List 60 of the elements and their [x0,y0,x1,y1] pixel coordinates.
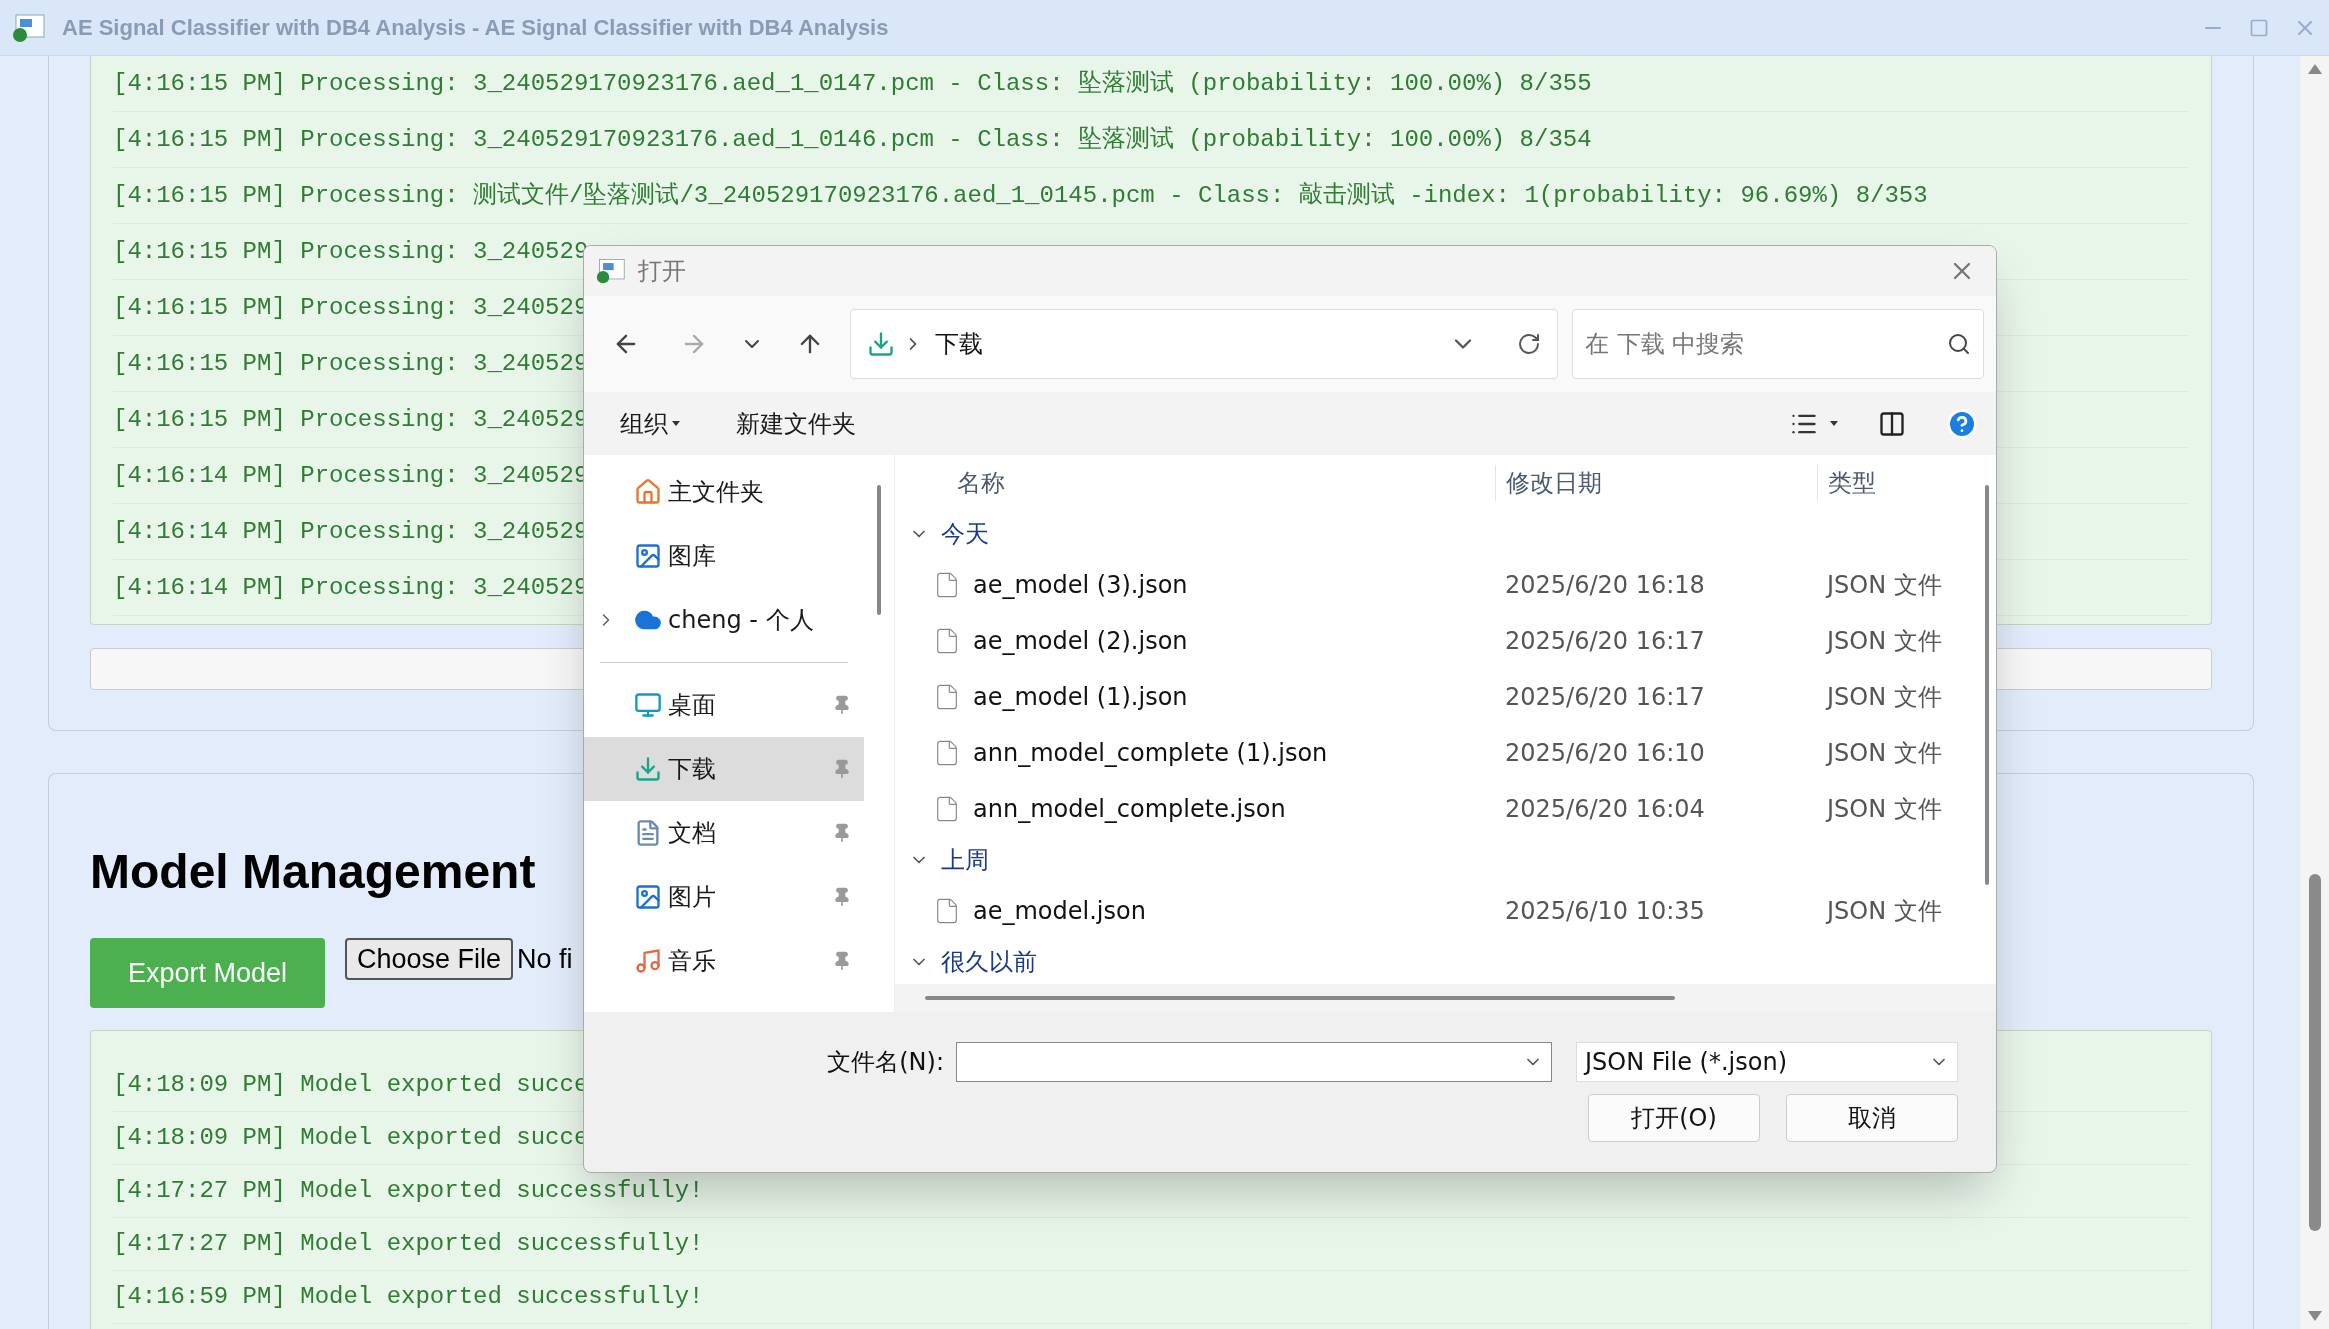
column-header[interactable]: 类型 [1817,465,1978,501]
nav-item[interactable]: 音乐 [584,929,864,993]
new-folder-button[interactable]: 新建文件夹 [736,405,856,442]
pin-icon[interactable] [832,823,852,843]
nav-item[interactable]: 下载 [584,737,864,801]
log-entry: [4:16:15 PM] Processing: 测试文件/坠落测试/3_240529170923176.aed_1_0145.pcm - Class: 敲击测试 -index: 1(probability: 96.69%) 8/353 [113,168,2189,224]
scroll-down-icon[interactable] [2307,1311,2322,1321]
app-icon [12,12,46,43]
nav-item[interactable]: 文档 [584,801,864,865]
help-icon[interactable] [1946,407,1978,440]
download-icon [634,755,662,783]
file-row[interactable]: ae_model (1).json 2025/6/20 16:17 JSON 文件 [895,669,1978,725]
maximize-icon[interactable] [2249,17,2269,38]
caret-icon[interactable] [1830,421,1838,426]
nav-item[interactable]: 图片 [584,865,864,929]
music-icon [634,947,662,975]
window-title: AE Signal Classifier with DB4 Analysis - AE Signal Classifier with DB4 Analysis [62,14,889,42]
section-heading: Model Management [90,848,536,896]
picture-icon [634,542,662,570]
search-icon[interactable] [1947,332,1971,356]
scroll-thumb[interactable] [2308,874,2321,1231]
organize-menu[interactable]: 组织 [620,405,680,442]
file-status: No fi [517,942,573,976]
scroll-thumb[interactable] [925,996,1675,1000]
log-entry: [4:17:27 PM] Model exported successfully! [113,1218,2189,1271]
caret-icon [672,421,680,426]
app-icon [596,257,626,285]
picture-icon [634,883,662,911]
download-icon [867,330,895,358]
preview-pane-icon[interactable] [1878,409,1906,438]
open-button[interactable]: 打开(O) [1588,1094,1760,1142]
log-entry: [4:16:15 PM] Processing: 3_240529170923176.aed_1_0146.pcm - Class: 坠落测试 (probability: 100.00%) 8/354 [113,112,2189,168]
scroll-thumb[interactable] [1985,485,1989,885]
scroll-thumb[interactable] [877,485,881,615]
group-header[interactable]: 上周 [895,837,1978,883]
pin-icon[interactable] [832,887,852,907]
pin-icon[interactable] [832,951,852,971]
group-header[interactable]: 今天 [895,511,1978,557]
monitor-icon [634,691,662,719]
file-row[interactable]: ae_model.json 2025/6/10 10:35 JSON 文件 [895,883,1978,939]
file-row[interactable]: ae_model (2).json 2025/6/20 16:17 JSON 文件 [895,613,1978,669]
log-entry: [4:16:15 PM] Processing: 3_240529170923176.aed_1_0147.pcm - Class: 坠落测试 (probability: 100.00%) 8/355 [113,56,2189,112]
cancel-button[interactable]: 取消 [1786,1094,1958,1142]
file-row[interactable]: ann_model_complete.json 2025/6/20 16:04 JSON 文件 [895,781,1978,837]
file-type-select[interactable]: JSON File (*.json) [1576,1042,1958,1082]
file-row[interactable]: ae_model (3).json 2025/6/20 16:18 JSON 文件 [895,557,1978,613]
search-field[interactable]: 在 下载 中搜索 [1572,309,1984,379]
house-icon [634,478,662,506]
pin-icon[interactable] [832,759,852,779]
log-entry: [4:16:59 PM] Model exported successfully! [113,1271,2189,1324]
address-bar[interactable]: 下载 [850,309,1558,379]
column-header[interactable]: 名称 [895,465,1495,501]
nav-item[interactable]: 桌面 [584,673,864,737]
scroll-up-icon[interactable] [2307,64,2322,74]
choose-file-button[interactable]: Choose File [345,938,514,980]
file-row[interactable]: ann_model_complete (1).json 2025/6/20 16:10 JSON 文件 [895,725,1978,781]
group-header[interactable]: 很久以前 [895,939,1978,984]
pin-icon[interactable] [832,695,852,715]
refresh-icon[interactable] [1517,332,1541,356]
column-header[interactable]: 修改日期 [1495,465,1817,501]
